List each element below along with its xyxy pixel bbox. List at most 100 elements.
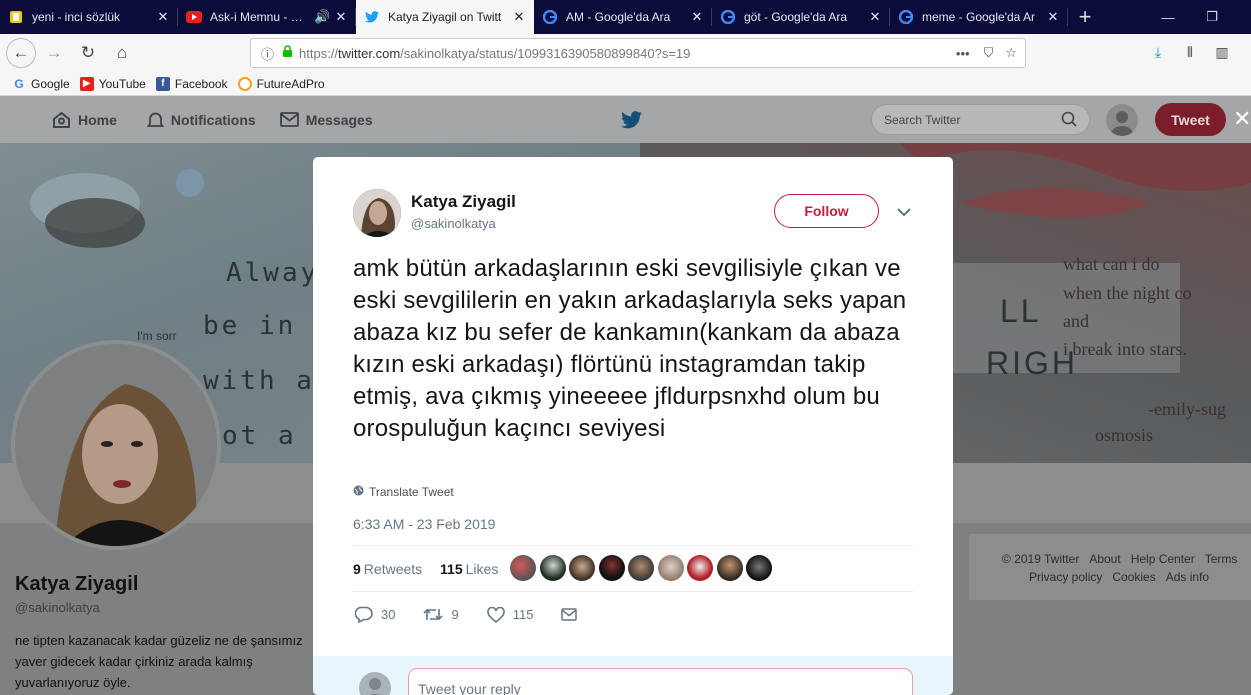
- youtube-icon: [186, 9, 202, 25]
- retweet-button[interactable]: 9: [423, 607, 459, 622]
- back-icon[interactable]: ←: [6, 38, 36, 68]
- search-input[interactable]: Search Twitter: [871, 104, 1090, 135]
- tab-label: AM - Google'da Ara: [566, 10, 671, 24]
- browser-tab[interactable]: Ask-i Memnu - Jen 🔊 ✕: [178, 0, 356, 34]
- banner-text: and: [1063, 311, 1089, 331]
- browser-tab[interactable]: göt - Google'da Ara ✕: [712, 0, 890, 34]
- banner-text: osmosis: [1095, 425, 1154, 445]
- liker-avatar[interactable]: [598, 555, 625, 581]
- browser-tab-active[interactable]: Katya Ziyagil on Twitt ✕: [356, 0, 534, 34]
- lock-icon: [282, 45, 293, 61]
- liker-avatar[interactable]: [628, 555, 654, 581]
- banner-text: -emily-sug: [1148, 399, 1226, 419]
- account-avatar[interactable]: [1106, 104, 1138, 136]
- google-icon: [542, 9, 558, 25]
- tweet-timestamp[interactable]: 6:33 AM - 23 Feb 2019: [353, 516, 495, 532]
- liker-avatar[interactable]: [687, 555, 713, 581]
- like-button[interactable]: 115: [486, 606, 533, 623]
- follow-button[interactable]: Follow: [774, 194, 879, 228]
- nav-messages[interactable]: Messages: [279, 112, 373, 128]
- envelope-icon: [561, 608, 578, 621]
- close-tab-icon[interactable]: ✕: [1046, 9, 1060, 25]
- divider: [353, 591, 913, 592]
- close-tab-icon[interactable]: ✕: [156, 9, 170, 25]
- banner-text: with a: [203, 366, 315, 396]
- profile-avatar[interactable]: [11, 340, 221, 550]
- footer-link[interactable]: Ads info: [1166, 570, 1209, 584]
- banner-text: when the night co: [1063, 283, 1192, 303]
- tab-label: göt - Google'da Ara: [744, 10, 848, 24]
- tab-label: yeni - inci sözlük: [32, 10, 121, 24]
- bookmark-facebook[interactable]: f Facebook: [155, 76, 228, 91]
- browser-tab[interactable]: yeni - inci sözlük ✕: [0, 0, 178, 34]
- nav-home[interactable]: Home: [52, 111, 117, 129]
- reload-icon[interactable]: ↻: [72, 37, 104, 69]
- bookmark-youtube[interactable]: ▶ YouTube: [79, 76, 146, 91]
- speaker-icon[interactable]: 🔊: [314, 9, 330, 25]
- footer-link[interactable]: Privacy policy: [1029, 570, 1102, 584]
- bell-icon: [146, 112, 164, 127]
- close-tab-icon[interactable]: ✕: [334, 9, 348, 25]
- footer-link[interactable]: Terms: [1205, 552, 1238, 566]
- retweets-stat[interactable]: 9 Retweets: [353, 561, 422, 577]
- sidebar-icon[interactable]: ▥: [1207, 37, 1237, 67]
- google-icon: [720, 9, 736, 25]
- compose-tweet-button[interactable]: Tweet: [1155, 103, 1226, 136]
- close-tab-icon[interactable]: ✕: [690, 9, 704, 25]
- likes-stat[interactable]: 115 Likes: [440, 561, 498, 577]
- footer-link[interactable]: Cookies: [1112, 570, 1155, 584]
- nav-notifications[interactable]: Notifications: [146, 111, 256, 129]
- close-tab-icon[interactable]: ✕: [868, 9, 882, 25]
- liker-avatar[interactable]: [569, 555, 595, 581]
- browser-tab[interactable]: meme - Google'da Ar ✕: [890, 0, 1068, 34]
- close-icon[interactable]: ✕: [1233, 106, 1251, 132]
- close-tab-icon[interactable]: ✕: [512, 9, 526, 25]
- library-icon[interactable]: ⫴: [1175, 37, 1205, 67]
- reply-composer: Tweet your reply: [313, 656, 953, 695]
- home-icon[interactable]: ⌂: [106, 37, 138, 69]
- profile-bio: ne tipten kazanacak kadar güzeliz ne de …: [15, 633, 303, 690]
- reply-icon: [355, 606, 373, 623]
- pocket-icon[interactable]: ⛉: [984, 45, 994, 61]
- divider: [353, 545, 913, 546]
- banner-text: LL: [1000, 293, 1042, 329]
- chevron-down-icon[interactable]: [897, 205, 911, 220]
- liker-avatar[interactable]: [539, 555, 566, 581]
- footer-link[interactable]: About: [1089, 552, 1120, 566]
- twitter-logo-icon: [621, 111, 642, 132]
- minimize-icon[interactable]: —: [1144, 0, 1192, 34]
- address-bar[interactable]: ⓘ https://twitter.com/sakinolkatya/statu…: [250, 38, 1026, 68]
- info-icon[interactable]: ⓘ: [261, 44, 274, 63]
- liker-avatar[interactable]: [657, 555, 684, 581]
- browser-nav-bar: ← → ↻ ⌂ ⓘ https://twitter.com/sakinolkat…: [0, 34, 1251, 72]
- liker-avatar[interactable]: [746, 555, 772, 581]
- reply-input[interactable]: Tweet your reply: [408, 668, 913, 695]
- new-tab-icon[interactable]: +: [1068, 0, 1102, 34]
- banner-text: be in: [203, 311, 297, 341]
- restore-icon[interactable]: ❐: [1188, 0, 1236, 34]
- tweet-stats: 9 Retweets 115 Likes: [353, 561, 498, 577]
- tweet-author-name[interactable]: Katya Ziyagil: [411, 192, 516, 212]
- translate-tweet-link[interactable]: Translate Tweet: [353, 485, 454, 499]
- google-icon: G: [14, 76, 24, 91]
- liker-avatars: [510, 555, 776, 581]
- envelope-icon: [279, 112, 299, 127]
- page-actions-icon[interactable]: •••: [956, 46, 970, 61]
- bookmark-futureadpro[interactable]: FutureAdPro: [237, 76, 325, 91]
- tweet-author-avatar[interactable]: [353, 189, 401, 237]
- tab-label: Katya Ziyagil on Twitt: [388, 10, 502, 24]
- reply-button[interactable]: 30: [355, 606, 395, 623]
- footer-link[interactable]: Help Center: [1131, 552, 1195, 566]
- tweet-author-handle[interactable]: @sakinolkatya: [411, 216, 496, 231]
- forward-icon[interactable]: →: [38, 37, 70, 69]
- download-icon[interactable]: ⤓: [1143, 37, 1173, 67]
- direct-message-button[interactable]: [561, 608, 585, 621]
- home-icon: [53, 111, 70, 128]
- tweet-modal: Katya Ziyagil @sakinolkatya Follow amk b…: [313, 157, 953, 695]
- liker-avatar[interactable]: [716, 555, 743, 581]
- browser-tab[interactable]: AM - Google'da Ara ✕: [534, 0, 712, 34]
- liker-avatar[interactable]: [510, 555, 536, 581]
- bookmark-google[interactable]: G Google: [12, 76, 69, 91]
- search-icon[interactable]: [1061, 111, 1077, 130]
- bookmark-star-icon[interactable]: ☆: [1005, 45, 1017, 61]
